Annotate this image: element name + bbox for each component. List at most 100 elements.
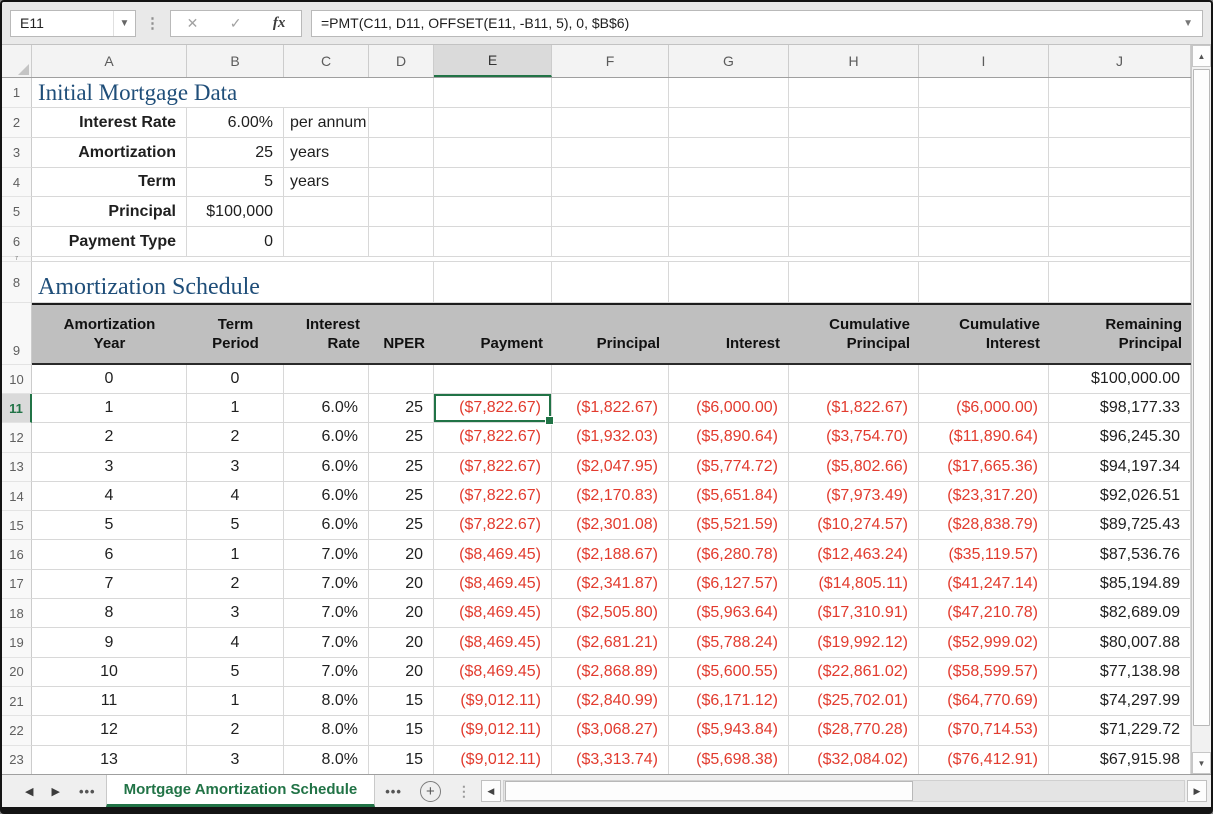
cell-E8[interactable] <box>434 262 552 303</box>
cell-B17[interactable]: 2 <box>187 570 284 599</box>
cell-J4[interactable] <box>1049 168 1191 197</box>
cell-G3[interactable] <box>669 138 789 168</box>
cell-H11[interactable]: ($1,822.67) <box>789 394 919 423</box>
cell-G15[interactable]: ($5,521.59) <box>669 511 789 540</box>
cell-C17[interactable]: 7.0% <box>284 570 369 599</box>
cell-G6[interactable] <box>669 227 789 257</box>
cell-J21[interactable]: $74,297.99 <box>1049 687 1191 716</box>
cell-G8[interactable] <box>669 262 789 303</box>
cell-B13[interactable]: 3 <box>187 453 284 482</box>
header-remaining-principal[interactable]: RemainingPrincipal <box>1049 305 1191 363</box>
cell-C12[interactable]: 6.0% <box>284 423 369 452</box>
cell-G18[interactable]: ($5,963.64) <box>669 599 789 628</box>
cell-D6[interactable] <box>369 227 434 257</box>
cell-G10[interactable] <box>669 365 789 394</box>
cell-D8[interactable] <box>369 262 434 303</box>
cell-A18[interactable]: 8 <box>32 599 187 628</box>
column-header-G[interactable]: G <box>669 45 789 77</box>
cell-F3[interactable] <box>552 138 669 168</box>
cell-J5[interactable] <box>1049 197 1191 227</box>
cell-E6[interactable] <box>434 227 552 257</box>
cell-C11[interactable]: 6.0% <box>284 394 369 423</box>
cell-C23[interactable]: 8.0% <box>284 746 369 774</box>
cell-E4[interactable] <box>434 168 552 197</box>
cell-D15[interactable]: 25 <box>369 511 434 540</box>
cell-E2[interactable] <box>434 108 552 138</box>
cell-F21[interactable]: ($2,840.99) <box>552 687 669 716</box>
cell-F12[interactable]: ($1,932.03) <box>552 423 669 452</box>
cell-F16[interactable]: ($2,188.67) <box>552 540 669 569</box>
sheet-tab-active[interactable]: Mortgage Amortization Schedule <box>106 775 376 807</box>
cell-H10[interactable] <box>789 365 919 394</box>
cell-A6-label[interactable]: Payment Type <box>32 227 187 257</box>
cell-A11[interactable]: 1 <box>32 394 187 423</box>
cell-A4-label[interactable]: Term <box>32 168 187 197</box>
cell-A20[interactable]: 10 <box>32 658 187 687</box>
header-principal[interactable]: Principal <box>552 305 669 363</box>
cell-I1[interactable] <box>919 78 1049 108</box>
row-header-11[interactable]: 11 <box>2 394 32 423</box>
cell-I22[interactable]: ($70,714.53) <box>919 716 1049 745</box>
cell-J18[interactable]: $82,689.09 <box>1049 599 1191 628</box>
cell-G17[interactable]: ($6,127.57) <box>669 570 789 599</box>
cell-D2[interactable] <box>369 108 434 138</box>
vertical-scrollbar[interactable]: ▲ ▼ <box>1191 45 1211 774</box>
cell-G14[interactable]: ($5,651.84) <box>669 482 789 511</box>
tab-list-ellipsis-left-icon[interactable]: ••• <box>69 784 106 799</box>
cell-C5-unit[interactable] <box>284 197 369 227</box>
cell-G13[interactable]: ($5,774.72) <box>669 453 789 482</box>
vscroll-up-arrow-icon[interactable]: ▲ <box>1192 45 1211 67</box>
cell-C15[interactable]: 6.0% <box>284 511 369 540</box>
cell-C16[interactable]: 7.0% <box>284 540 369 569</box>
cell-I14[interactable]: ($23,317.20) <box>919 482 1049 511</box>
cell-H13[interactable]: ($5,802.66) <box>789 453 919 482</box>
cell-A19[interactable]: 9 <box>32 628 187 657</box>
cell-J2[interactable] <box>1049 108 1191 138</box>
cell-C22[interactable]: 8.0% <box>284 716 369 745</box>
row-header-14[interactable]: 14 <box>2 482 32 511</box>
cell-D4[interactable] <box>369 168 434 197</box>
cell-B22[interactable]: 2 <box>187 716 284 745</box>
cell-A12[interactable]: 2 <box>32 423 187 452</box>
column-header-B[interactable]: B <box>187 45 284 77</box>
cell-F13[interactable]: ($2,047.95) <box>552 453 669 482</box>
cell-E3[interactable] <box>434 138 552 168</box>
cell-G4[interactable] <box>669 168 789 197</box>
cell-B20[interactable]: 5 <box>187 658 284 687</box>
cell-E11[interactable]: ($7,822.67) <box>434 394 552 423</box>
cell-J20[interactable]: $77,138.98 <box>1049 658 1191 687</box>
cell-I18[interactable]: ($47,210.78) <box>919 599 1049 628</box>
tab-scroll-right-icon[interactable]: ▶ <box>42 785 68 798</box>
cell-J22[interactable]: $71,229.72 <box>1049 716 1191 745</box>
row-header-10[interactable]: 10 <box>2 365 32 394</box>
cell-I6[interactable] <box>919 227 1049 257</box>
cell-H16[interactable]: ($12,463.24) <box>789 540 919 569</box>
row-header-4[interactable]: 4 <box>2 168 32 197</box>
cell-B16[interactable]: 1 <box>187 540 284 569</box>
vscroll-down-arrow-icon[interactable]: ▼ <box>1192 752 1211 774</box>
header-nper[interactable]: NPER <box>369 305 434 363</box>
cell-H15[interactable]: ($10,274.57) <box>789 511 919 540</box>
cell-J8[interactable] <box>1049 262 1191 303</box>
cell-H4[interactable] <box>789 168 919 197</box>
header-interest[interactable]: Interest <box>669 305 789 363</box>
row-header-21[interactable]: 21 <box>2 687 32 716</box>
row-header-3[interactable]: 3 <box>2 138 32 168</box>
cell-I5[interactable] <box>919 197 1049 227</box>
cell-C20[interactable]: 7.0% <box>284 658 369 687</box>
cell-A21[interactable]: 11 <box>32 687 187 716</box>
select-all-corner[interactable] <box>2 45 32 77</box>
cell-B23[interactable]: 3 <box>187 746 284 774</box>
vscroll-track[interactable] <box>1192 67 1211 752</box>
cell-A3-label[interactable]: Amortization <box>32 138 187 168</box>
cell-B10[interactable]: 0 <box>187 365 284 394</box>
cell-E16[interactable]: ($8,469.45) <box>434 540 552 569</box>
row-header-20[interactable]: 20 <box>2 658 32 687</box>
cell-D14[interactable]: 25 <box>369 482 434 511</box>
cell-F22[interactable]: ($3,068.27) <box>552 716 669 745</box>
column-header-E[interactable]: E <box>434 45 552 77</box>
header-amortization-year[interactable]: AmortizationYear <box>32 305 187 363</box>
cell-H20[interactable]: ($22,861.02) <box>789 658 919 687</box>
cell-J17[interactable]: $85,194.89 <box>1049 570 1191 599</box>
cell-A2-label[interactable]: Interest Rate <box>32 108 187 138</box>
